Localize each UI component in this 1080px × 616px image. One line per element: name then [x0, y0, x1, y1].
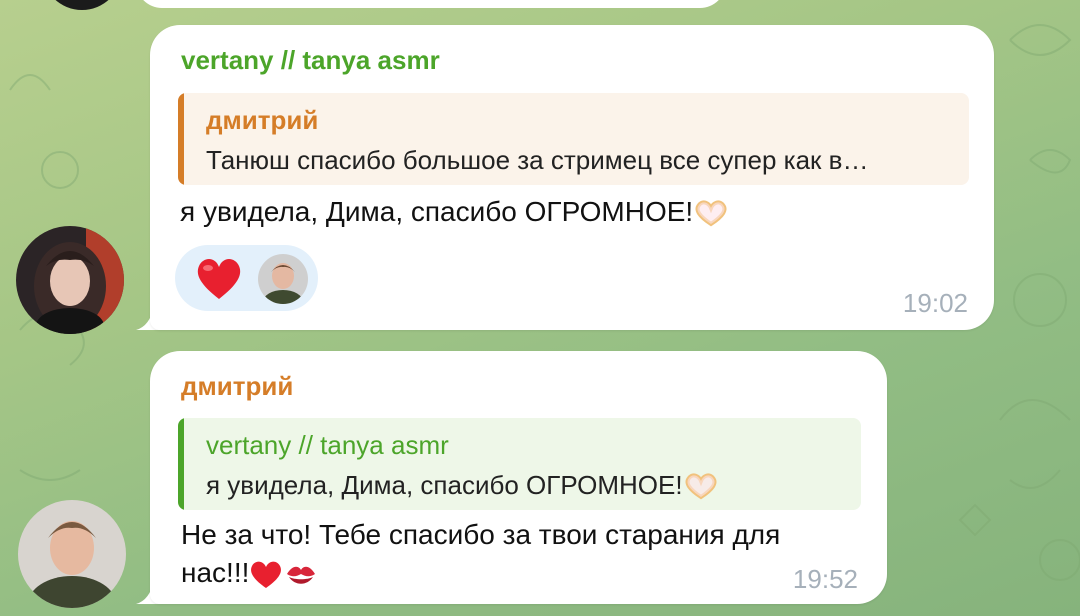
reply-bar [178, 93, 184, 185]
message-time: 19:52 [792, 564, 858, 594]
message-text-row-2: нас!!! [181, 554, 319, 592]
avatar-image [18, 500, 126, 608]
reply-quote[interactable]: дмитрий Танюш спасибо большое за стримец… [178, 93, 969, 185]
reply-sender-name: vertany // tanya asmr [206, 430, 449, 460]
reaction-chip[interactable] [175, 245, 318, 311]
message-text-line-2: нас!!! [181, 557, 250, 588]
reply-sender-name: дмитрий [206, 105, 319, 135]
previous-message-bubble [136, 0, 726, 8]
avatar-image [16, 226, 124, 334]
message-bubble[interactable]: vertany // tanya asmr дмитрий Танюш спас… [150, 25, 994, 330]
message-text-row: я увидела, Дима, спасибо ОГРОМНОЕ! [180, 193, 729, 231]
reply-text: я увидела, Дима, спасибо ОГРОМНОЕ! [206, 470, 683, 500]
avatar-vertany[interactable] [16, 226, 124, 334]
red-heart-icon [251, 561, 282, 588]
message-text: я увидела, Дима, спасибо ОГРОМНОЕ! [180, 196, 694, 227]
red-heart-icon [197, 259, 241, 299]
heart-hands-icon [685, 473, 717, 500]
avatar-dmitriy[interactable] [18, 500, 126, 608]
heart-hands-icon [695, 200, 727, 227]
reply-text: Танюш спасибо большое за стримец все суп… [206, 145, 869, 175]
kiss-mark-icon [287, 566, 316, 584]
avatar[interactable] [42, 0, 122, 10]
reply-bar [178, 418, 184, 510]
reply-text-row: я увидела, Дима, спасибо ОГРОМНОЕ! [206, 470, 719, 501]
sender-name[interactable]: vertany // tanya asmr [181, 45, 440, 76]
message-bubble[interactable]: дмитрий vertany // tanya asmr я увидела,… [150, 351, 887, 604]
message-text-line-1: Не за что! Тебе спасибо за твои старания… [181, 519, 781, 550]
message-time: 19:02 [902, 288, 968, 318]
reactor-avatar [258, 254, 308, 304]
sender-name[interactable]: дмитрий [181, 371, 293, 402]
reply-quote[interactable]: vertany // tanya asmr я увидела, Дима, с… [178, 418, 861, 510]
